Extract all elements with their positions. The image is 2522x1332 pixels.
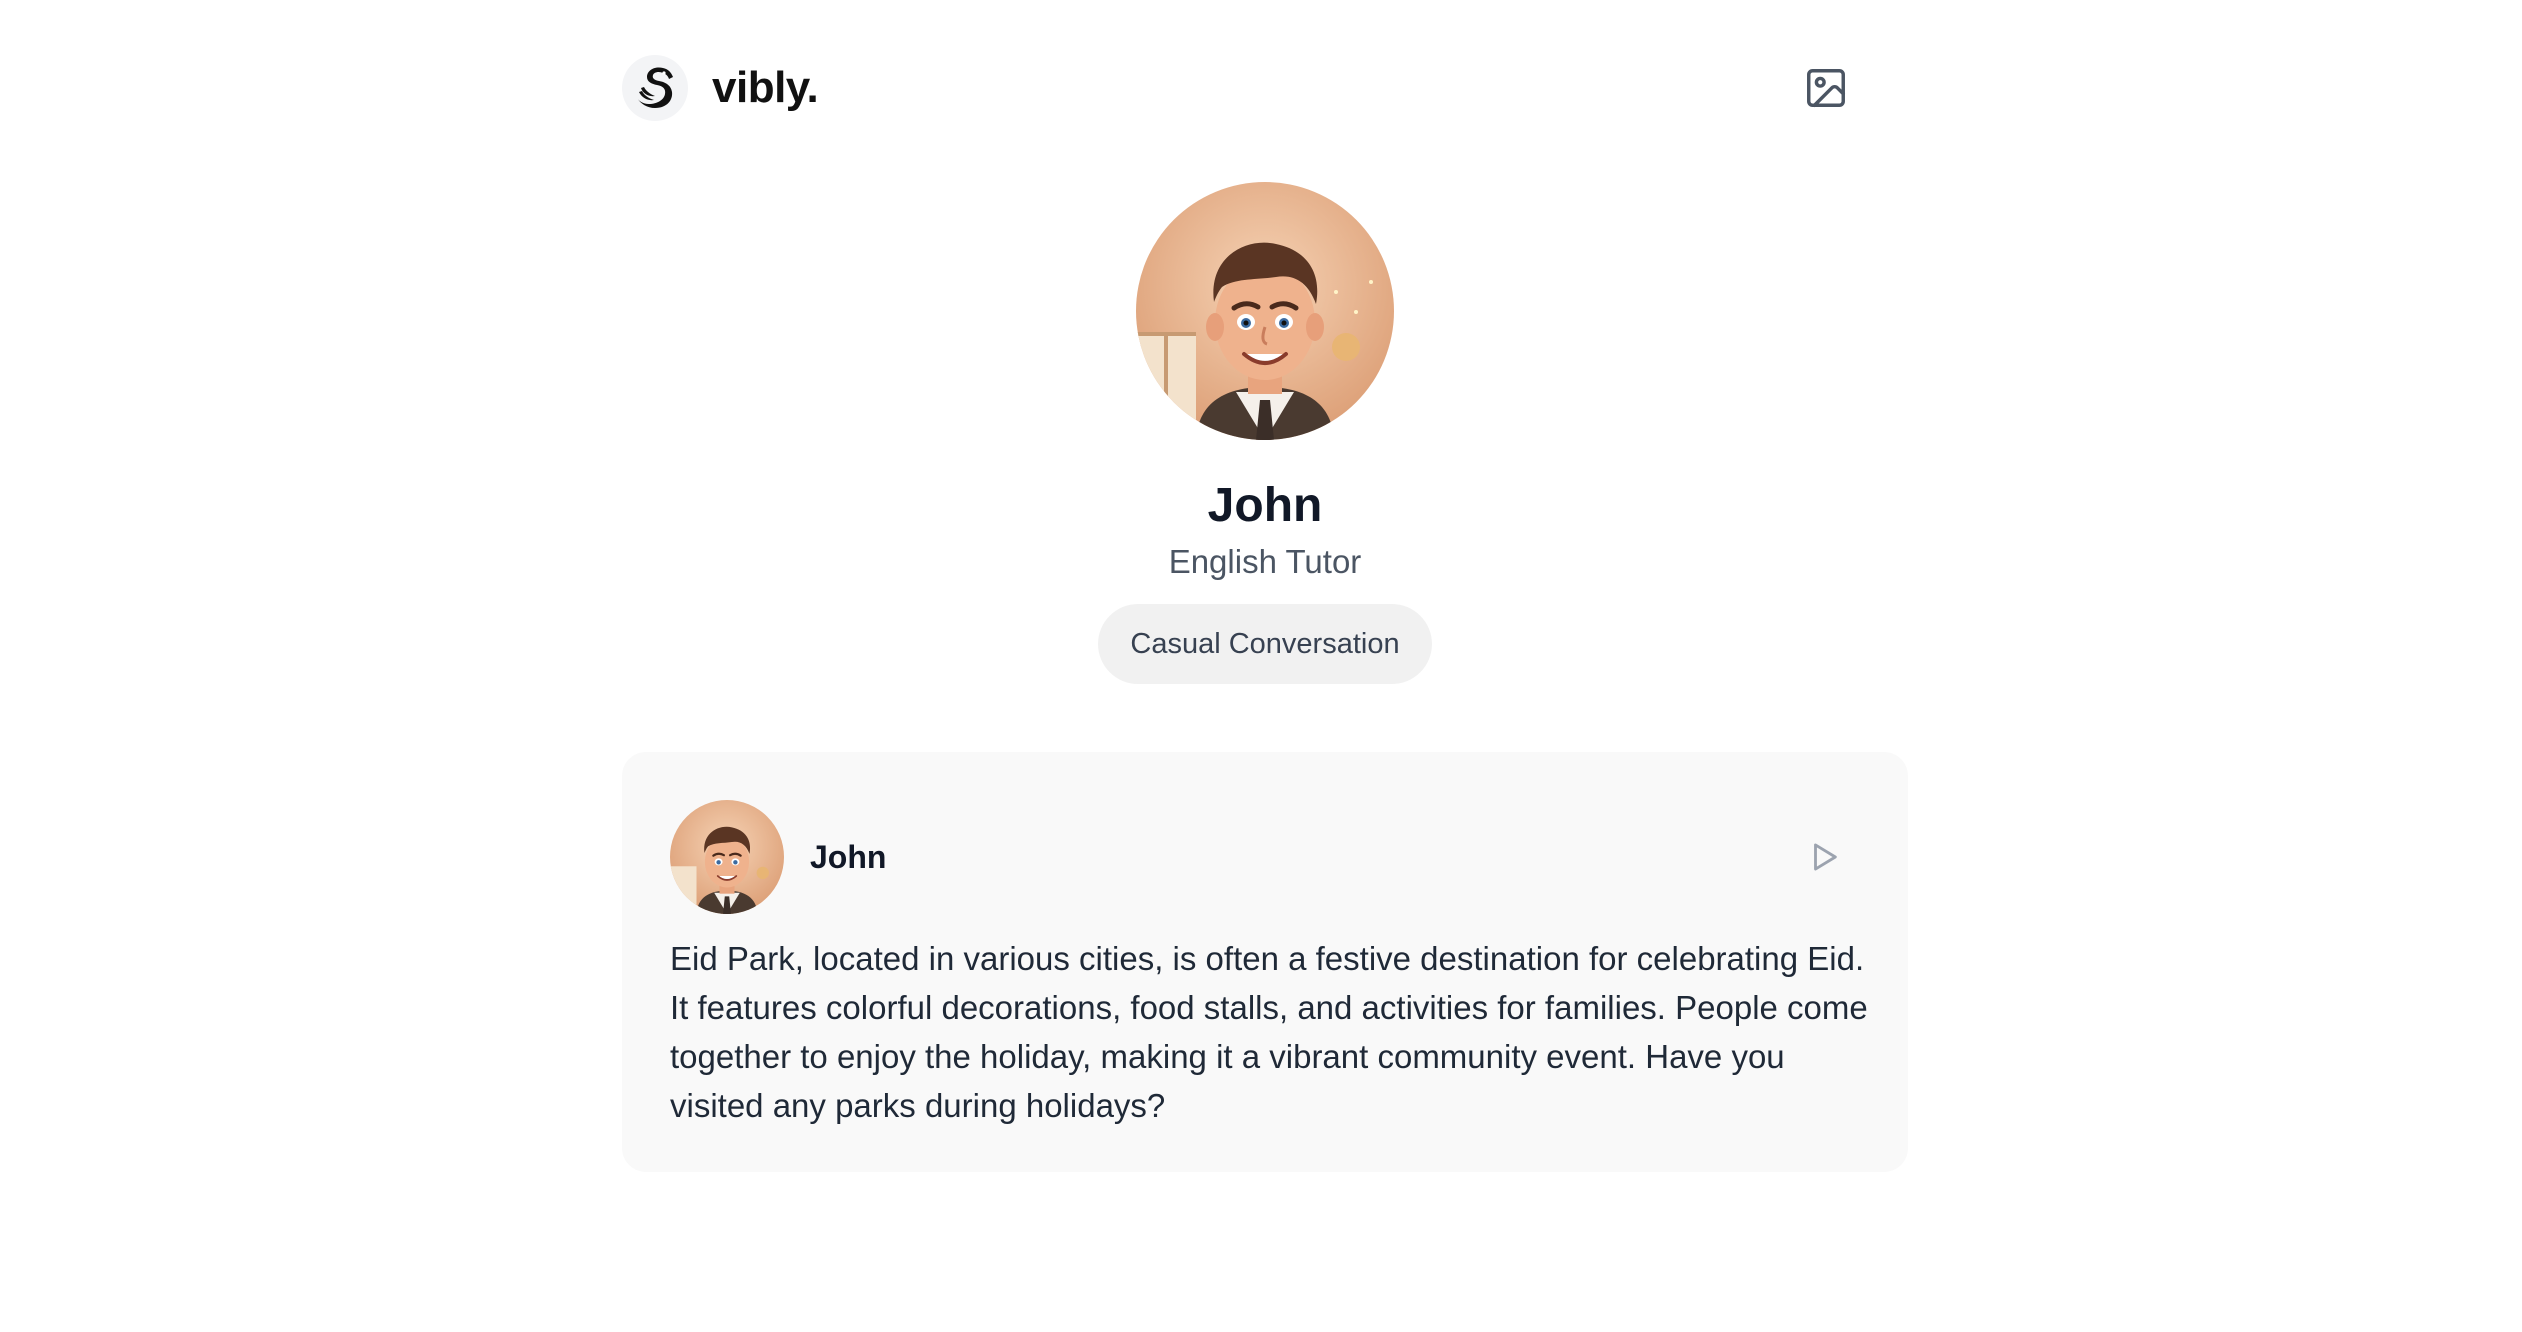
image-icon — [1807, 69, 1845, 107]
tutor-role: English Tutor — [1168, 543, 1362, 580]
swan-icon — [622, 55, 688, 121]
brand-name: vibly. — [712, 63, 819, 112]
header: vibly. — [622, 50, 1908, 126]
brand-logo[interactable]: vibly. — [622, 50, 819, 126]
tutor-avatar — [1136, 182, 1394, 440]
image-button[interactable] — [1800, 62, 1852, 114]
play-audio-button[interactable] — [1800, 833, 1848, 881]
message-header: John — [670, 800, 1858, 914]
play-icon — [1814, 843, 1837, 871]
tutor-name: John — [1207, 479, 1323, 532]
tutor-profile: John English Tutor Casual Conversation — [622, 182, 1908, 684]
author-avatar — [670, 800, 784, 914]
page: vibly. John English Tutor Casual Convers… — [0, 0, 2522, 1332]
message-text: Eid Park, located in various cities, is … — [670, 940, 1868, 1124]
message-author: John — [810, 838, 887, 875]
message-card: John Eid Park, located in various cities… — [622, 752, 1908, 1172]
conversation-mode-pill[interactable]: Casual Conversation — [1098, 604, 1432, 684]
